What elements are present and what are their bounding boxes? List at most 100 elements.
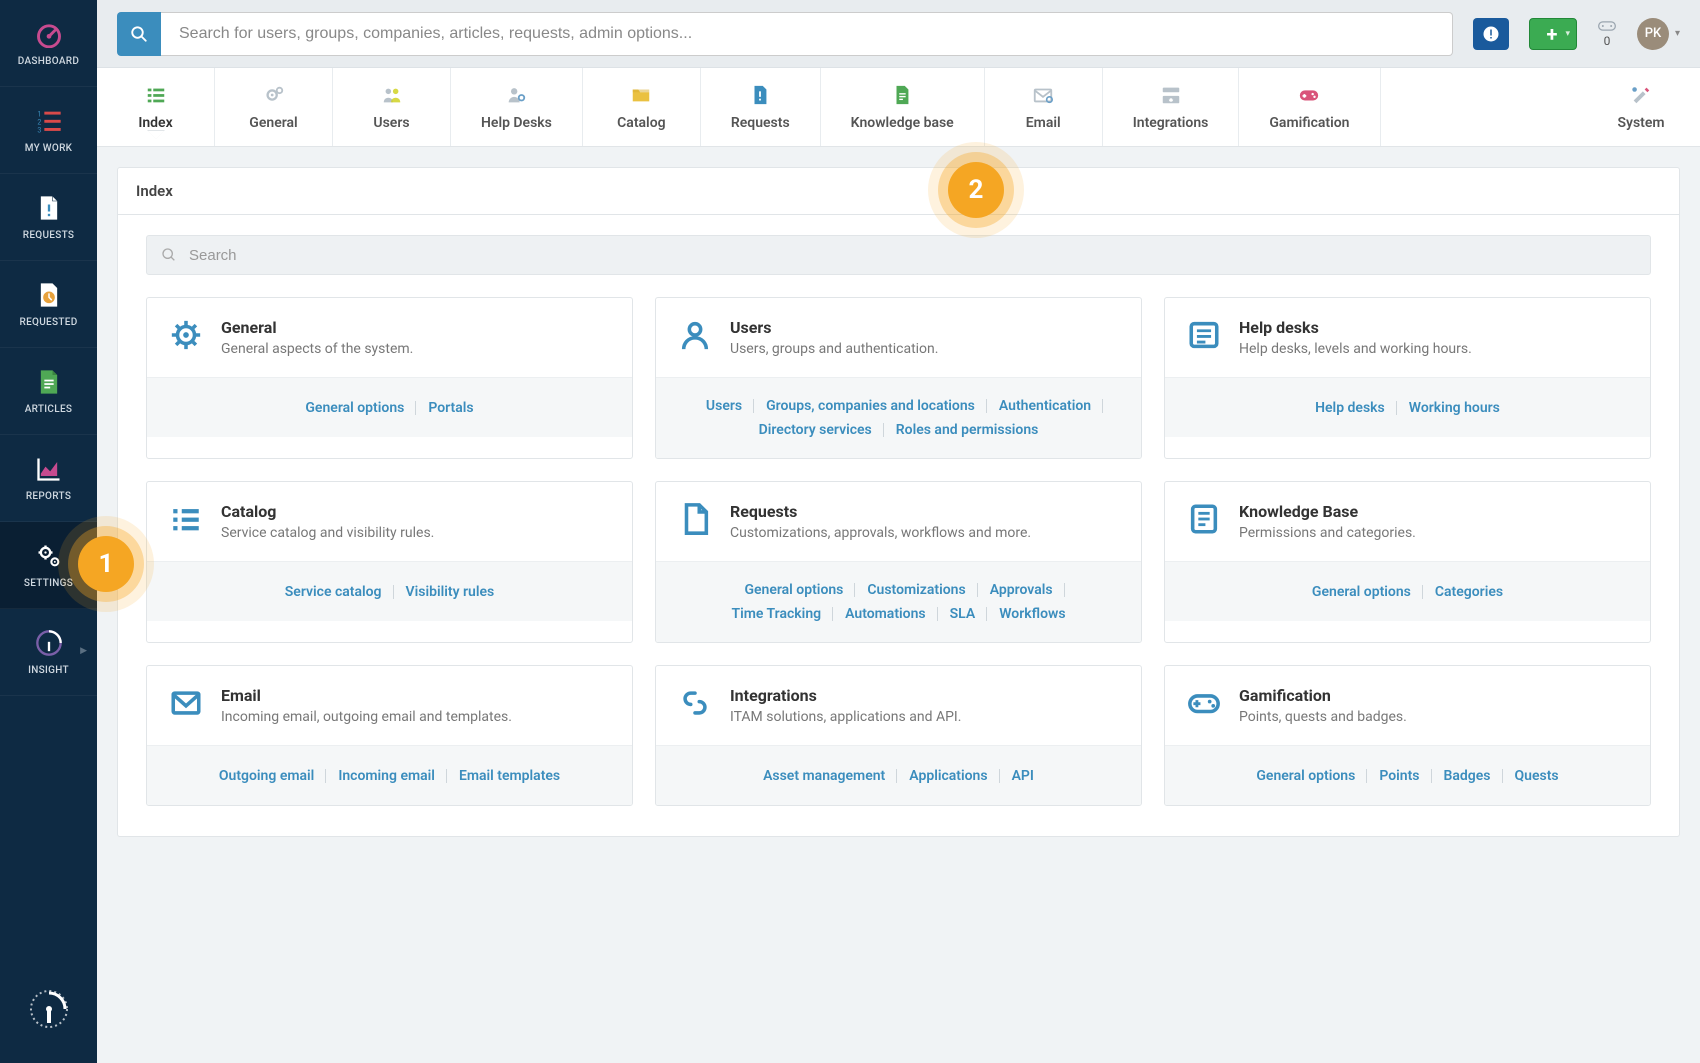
settings-card-help-desks: Help desks Help desks, levels and working… xyxy=(1164,297,1651,459)
settings-card-requests: RequestsCustomizations, approvals, workf… xyxy=(655,481,1142,643)
tab-label: Gamification xyxy=(1269,115,1349,131)
card-description: Help desks, levels and working hours. xyxy=(1239,341,1472,357)
search-icon xyxy=(130,25,148,43)
card-link-general-options[interactable]: General options xyxy=(732,578,855,602)
tab-knowledgebase[interactable]: Knowledge base xyxy=(821,68,985,146)
chart-area-icon xyxy=(35,455,63,483)
insight-icon xyxy=(35,629,63,657)
card-link-service-catalog[interactable]: Service catalog xyxy=(273,580,394,604)
card-link-api[interactable]: API xyxy=(1000,764,1046,788)
tab-index[interactable]: Index xyxy=(97,68,215,146)
card-link-quests[interactable]: Quests xyxy=(1503,764,1571,788)
tab-helpdesks[interactable]: Help Desks xyxy=(451,68,583,146)
step-badge-2: 2 xyxy=(948,162,1004,218)
card-link-portals[interactable]: Portals xyxy=(416,396,485,420)
sidebar-item-mywork[interactable]: 123 MY WORK xyxy=(0,87,97,174)
list-icon xyxy=(144,84,168,106)
card-links: Service catalogVisibility rules xyxy=(147,561,632,621)
sidebar-item-reports[interactable]: REPORTS xyxy=(0,435,97,522)
card-link-general-options[interactable]: General options xyxy=(1300,580,1423,604)
document-lines-icon xyxy=(890,84,914,106)
sidebar-item-label: SETTINGS xyxy=(24,578,73,589)
tab-catalog[interactable]: Catalog xyxy=(583,68,701,146)
users-icon xyxy=(380,84,404,106)
article-icon xyxy=(1187,502,1221,536)
card-links: General optionsCustomizationsApprovals Ti… xyxy=(656,561,1141,642)
gamepad-icon xyxy=(1297,84,1321,106)
card-link-incoming-email[interactable]: Incoming email xyxy=(326,764,447,788)
card-link-help-desks[interactable]: Help desks xyxy=(1303,396,1397,420)
svg-text:3: 3 xyxy=(37,126,41,134)
tab-email[interactable]: Email xyxy=(985,68,1103,146)
tab-general[interactable]: General xyxy=(215,68,333,146)
create-button[interactable]: + ▾ xyxy=(1529,18,1577,50)
notifications-button[interactable] xyxy=(1473,18,1509,50)
tab-users[interactable]: Users xyxy=(333,68,451,146)
tab-system[interactable]: System xyxy=(1582,68,1700,146)
card-title: Gamification xyxy=(1239,686,1407,705)
alert-icon xyxy=(1482,25,1500,43)
card-link-directory-services[interactable]: Directory services xyxy=(747,418,884,442)
link-icon xyxy=(678,686,712,720)
search-input[interactable] xyxy=(161,12,1453,56)
card-link-customizations[interactable]: Customizations xyxy=(855,578,977,602)
card-link-roles-and-permissions[interactable]: Roles and permissions xyxy=(884,418,1051,442)
card-link-groups-companies-and-locations[interactable]: Groups, companies and locations xyxy=(754,394,987,418)
sidebar-item-insight[interactable]: ▶ INSIGHT xyxy=(0,609,97,696)
user-menu[interactable]: PK ▾ xyxy=(1637,18,1680,50)
sidebar-item-label: INSIGHT xyxy=(28,665,69,676)
svg-text:1: 1 xyxy=(37,110,41,118)
tools-icon xyxy=(1629,84,1653,106)
chevron-down-icon: ▾ xyxy=(1565,29,1570,39)
list-numbered-icon: 123 xyxy=(35,107,63,135)
helpdesk-icon xyxy=(504,84,528,106)
card-link-general-options[interactable]: General options xyxy=(293,396,416,420)
sidebar-item-dashboard[interactable]: DASHBOARD xyxy=(0,0,97,87)
card-link-workflows[interactable]: Workflows xyxy=(987,602,1077,626)
card-link-badges[interactable]: Badges xyxy=(1432,764,1503,788)
card-link-categories[interactable]: Categories xyxy=(1423,580,1515,604)
card-link-applications[interactable]: Applications xyxy=(897,764,999,788)
card-description: Users, groups and authentication. xyxy=(730,341,938,357)
tab-gamification[interactable]: Gamification xyxy=(1239,68,1380,146)
sidebar-item-requested[interactable]: REQUESTED xyxy=(0,261,97,348)
gamification-counter[interactable]: 0 xyxy=(1597,20,1617,48)
avatar: PK xyxy=(1637,18,1669,50)
card-link-outgoing-email[interactable]: Outgoing email xyxy=(207,764,326,788)
card-links: General optionsPortals xyxy=(147,377,632,437)
card-link-asset-management[interactable]: Asset management xyxy=(751,764,897,788)
sidebar-item-requests[interactable]: REQUESTS xyxy=(0,174,97,261)
list-icon xyxy=(169,502,203,536)
gear-icon xyxy=(169,318,203,352)
step-badge-1: 1 xyxy=(78,536,134,592)
card-link-approvals[interactable]: Approvals xyxy=(978,578,1065,602)
card-link-visibility-rules[interactable]: Visibility rules xyxy=(394,580,507,604)
document-icon xyxy=(678,502,712,536)
content-area: Index GeneralGeneral aspects of the syst… xyxy=(97,167,1700,867)
document-alert-icon xyxy=(35,194,63,222)
card-link-users[interactable]: Users xyxy=(694,394,754,418)
tab-label: Help Desks xyxy=(481,115,552,131)
card-link-working-hours[interactable]: Working hours xyxy=(1397,396,1512,420)
card-link-automations[interactable]: Automations xyxy=(833,602,938,626)
index-search-input[interactable] xyxy=(189,247,1636,264)
gamepad-icon xyxy=(1597,20,1617,32)
sidebar-item-articles[interactable]: ARTICLES xyxy=(0,348,97,435)
card-title: General xyxy=(221,318,413,337)
chevron-right-icon: ▶ xyxy=(80,646,87,656)
card-link-points[interactable]: Points xyxy=(1367,764,1431,788)
tab-integrations[interactable]: Integrations xyxy=(1103,68,1240,146)
sidebar-item-label: MY WORK xyxy=(25,143,73,154)
settings-card-integrations: IntegrationsITAM solutions, applications… xyxy=(655,665,1142,806)
plus-icon: + xyxy=(1547,22,1558,46)
search-button[interactable] xyxy=(117,12,161,56)
card-description: General aspects of the system. xyxy=(221,341,413,357)
card-link-time-tracking[interactable]: Time Tracking xyxy=(719,602,833,626)
card-link-authentication[interactable]: Authentication xyxy=(987,394,1103,418)
card-link-sla[interactable]: SLA xyxy=(938,602,988,626)
card-links: Outgoing emailIncoming emailEmail templa… xyxy=(147,745,632,805)
card-link-email-templates[interactable]: Email templates xyxy=(447,764,572,788)
card-link-general-options[interactable]: General options xyxy=(1244,764,1367,788)
link-icon xyxy=(1159,84,1183,106)
tab-requests[interactable]: Requests xyxy=(701,68,821,146)
